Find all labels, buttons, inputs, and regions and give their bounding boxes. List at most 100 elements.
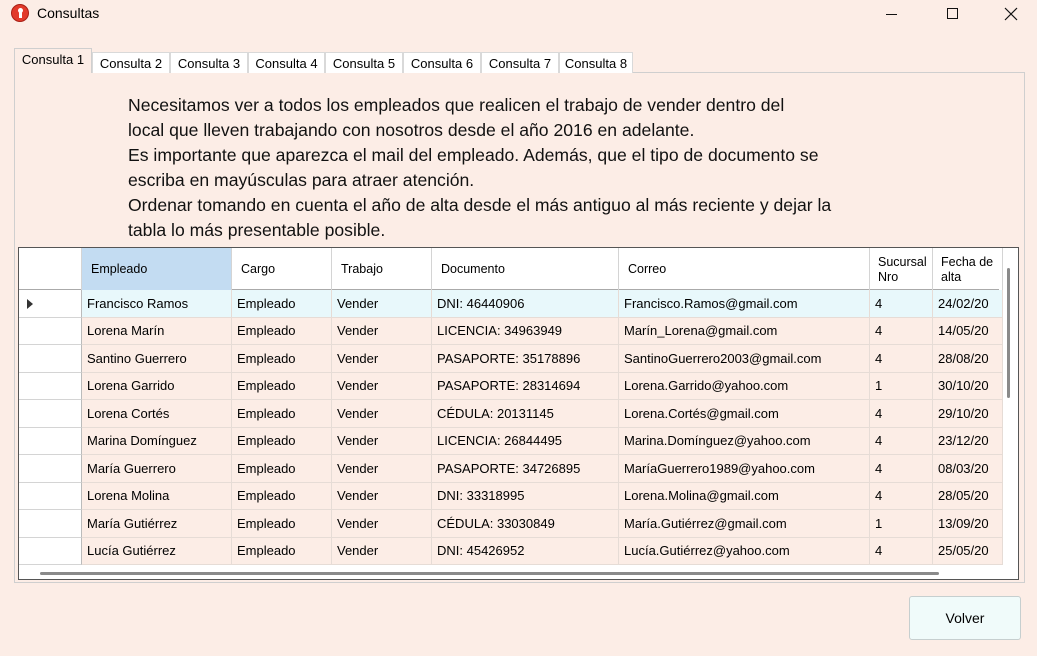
- horizontal-scroll-thumb[interactable]: [40, 572, 939, 575]
- cell-sucursal[interactable]: 4: [870, 345, 933, 373]
- cell-documento[interactable]: LICENCIA: 26844495: [432, 427, 619, 455]
- cell-empleado[interactable]: Lorena Cortés: [82, 400, 232, 428]
- vertical-scroll-thumb[interactable]: [1007, 268, 1010, 398]
- cell-correo[interactable]: Francisco.Ramos@gmail.com: [619, 290, 870, 318]
- cell-sucursal[interactable]: 4: [870, 400, 933, 428]
- cell-empleado[interactable]: Marina Domínguez: [82, 427, 232, 455]
- cell-cargo[interactable]: Empleado: [232, 345, 332, 373]
- tab-consulta-2[interactable]: Consulta 2: [92, 52, 170, 73]
- cell-trabajo[interactable]: Vender: [332, 427, 432, 455]
- cell-correo[interactable]: Lorena.Molina@gmail.com: [619, 482, 870, 510]
- cell-trabajo[interactable]: Vender: [332, 400, 432, 428]
- cell-correo[interactable]: SantinoGuerrero2003@gmail.com: [619, 345, 870, 373]
- cell-documento[interactable]: DNI: 45426952: [432, 537, 619, 565]
- cell-cargo[interactable]: Empleado: [232, 317, 332, 345]
- cell-sucursal[interactable]: 4: [870, 455, 933, 483]
- cell-trabajo[interactable]: Vender: [332, 372, 432, 400]
- column-header-cargo[interactable]: Cargo: [232, 248, 332, 290]
- table-row[interactable]: Lorena Molina Empleado Vender DNI: 33318995…: [19, 482, 1003, 510]
- cell-cargo[interactable]: Empleado: [232, 400, 332, 428]
- cell-sucursal[interactable]: 1: [870, 510, 933, 538]
- cell-sucursal[interactable]: 4: [870, 427, 933, 455]
- cell-documento[interactable]: LICENCIA: 34963949: [432, 317, 619, 345]
- cell-fecha-alta[interactable]: 29/10/20: [933, 400, 1003, 428]
- cell-sucursal[interactable]: 1: [870, 372, 933, 400]
- cell-trabajo[interactable]: Vender: [332, 537, 432, 565]
- cell-correo[interactable]: Lucía.Gutiérrez@yahoo.com: [619, 537, 870, 565]
- cell-trabajo[interactable]: Vender: [332, 510, 432, 538]
- cell-empleado[interactable]: Francisco Ramos: [82, 290, 232, 318]
- cell-correo[interactable]: Marín_Lorena@gmail.com: [619, 317, 870, 345]
- cell-documento[interactable]: DNI: 33318995: [432, 482, 619, 510]
- cell-documento[interactable]: PASAPORTE: 28314694: [432, 372, 619, 400]
- tab-consulta-7[interactable]: Consulta 7: [481, 52, 559, 73]
- table-row[interactable]: Lorena Garrido Empleado Vender PASAPORTE: 2…: [19, 372, 1003, 400]
- cell-sucursal[interactable]: 4: [870, 317, 933, 345]
- cell-correo[interactable]: Lorena.Garrido@yahoo.com: [619, 372, 870, 400]
- column-header-documento[interactable]: Documento: [432, 248, 619, 290]
- tab-consulta-1[interactable]: Consulta 1: [14, 48, 92, 73]
- tab-consulta-6[interactable]: Consulta 6: [403, 52, 481, 73]
- column-header-sucursal[interactable]: Sucursal Nro: [870, 248, 933, 290]
- cell-cargo[interactable]: Empleado: [232, 510, 332, 538]
- table-row[interactable]: Francisco Ramos Empleado Vender DNI: 464409…: [19, 290, 1003, 318]
- cell-trabajo[interactable]: Vender: [332, 317, 432, 345]
- tab-consulta-4[interactable]: Consulta 4: [248, 52, 325, 73]
- cell-trabajo[interactable]: Vender: [332, 455, 432, 483]
- cell-documento[interactable]: DNI: 46440906: [432, 290, 619, 318]
- results-grid[interactable]: Empleado Cargo Trabajo Documento Correo Sucur…: [18, 247, 1019, 580]
- cell-cargo[interactable]: Empleado: [232, 427, 332, 455]
- table-row[interactable]: Lorena Cortés Empleado Vender CÉDULA: 20131…: [19, 400, 1003, 428]
- cell-fecha-alta[interactable]: 24/02/20: [933, 290, 1003, 318]
- cell-fecha-alta[interactable]: 30/10/20: [933, 372, 1003, 400]
- cell-empleado[interactable]: Lorena Molina: [82, 482, 232, 510]
- cell-correo[interactable]: María.Gutiérrez@gmail.com: [619, 510, 870, 538]
- cell-documento[interactable]: CÉDULA: 20131145: [432, 400, 619, 428]
- table-row[interactable]: Marina Domínguez Empleado Vender LICENCIA: …: [19, 427, 1003, 455]
- column-header-trabajo[interactable]: Trabajo: [332, 248, 432, 290]
- table-row[interactable]: Lucía Gutiérrez Empleado Vender DNI: 454269…: [19, 537, 1003, 565]
- cell-correo[interactable]: Lorena.Cortés@gmail.com: [619, 400, 870, 428]
- cell-cargo[interactable]: Empleado: [232, 537, 332, 565]
- cell-sucursal[interactable]: 4: [870, 290, 933, 318]
- table-row[interactable]: María Gutiérrez Empleado Vender CÉDULA: 330…: [19, 510, 1003, 538]
- cell-cargo[interactable]: Empleado: [232, 482, 332, 510]
- cell-sucursal[interactable]: 4: [870, 482, 933, 510]
- cell-fecha-alta[interactable]: 25/05/20: [933, 537, 1003, 565]
- column-header-correo[interactable]: Correo: [619, 248, 870, 290]
- cell-trabajo[interactable]: Vender: [332, 290, 432, 318]
- cell-fecha-alta[interactable]: 13/09/20: [933, 510, 1003, 538]
- cell-cargo[interactable]: Empleado: [232, 455, 332, 483]
- cell-fecha-alta[interactable]: 14/05/20: [933, 317, 1003, 345]
- cell-documento[interactable]: PASAPORTE: 34726895: [432, 455, 619, 483]
- cell-empleado[interactable]: María Gutiérrez: [82, 510, 232, 538]
- cell-correo[interactable]: Marina.Domínguez@yahoo.com: [619, 427, 870, 455]
- volver-button[interactable]: Volver: [909, 596, 1021, 640]
- cell-trabajo[interactable]: Vender: [332, 345, 432, 373]
- cell-documento[interactable]: PASAPORTE: 35178896: [432, 345, 619, 373]
- cell-empleado[interactable]: Lorena Garrido: [82, 372, 232, 400]
- maximize-button[interactable]: [929, 0, 975, 27]
- cell-cargo[interactable]: Empleado: [232, 290, 332, 318]
- tab-consulta-8[interactable]: Consulta 8: [559, 52, 633, 73]
- cell-fecha-alta[interactable]: 28/05/20: [933, 482, 1003, 510]
- table-row[interactable]: Lorena Marín Empleado Vender LICENCIA: 3496…: [19, 317, 1003, 345]
- column-header-fecha-alta[interactable]: Fecha de alta: [933, 248, 1003, 290]
- cell-documento[interactable]: CÉDULA: 33030849: [432, 510, 619, 538]
- tab-consulta-3[interactable]: Consulta 3: [170, 52, 248, 73]
- horizontal-scrollbar[interactable]: [19, 567, 1018, 579]
- close-button[interactable]: [988, 0, 1034, 27]
- minimize-button[interactable]: [868, 0, 914, 27]
- table-row[interactable]: Santino Guerrero Empleado Vender PASAPORTE:…: [19, 345, 1003, 373]
- table-row[interactable]: María Guerrero Empleado Vender PASAPORTE: 3…: [19, 455, 1003, 483]
- column-header-empleado[interactable]: Empleado: [82, 248, 232, 290]
- cell-correo[interactable]: MaríaGuerrero1989@yahoo.com: [619, 455, 870, 483]
- cell-empleado[interactable]: Lucía Gutiérrez: [82, 537, 232, 565]
- cell-empleado[interactable]: Santino Guerrero: [82, 345, 232, 373]
- cell-fecha-alta[interactable]: 28/08/20: [933, 345, 1003, 373]
- cell-fecha-alta[interactable]: 08/03/20: [933, 455, 1003, 483]
- tab-consulta-5[interactable]: Consulta 5: [325, 52, 403, 73]
- cell-fecha-alta[interactable]: 23/12/20: [933, 427, 1003, 455]
- cell-trabajo[interactable]: Vender: [332, 482, 432, 510]
- cell-sucursal[interactable]: 4: [870, 537, 933, 565]
